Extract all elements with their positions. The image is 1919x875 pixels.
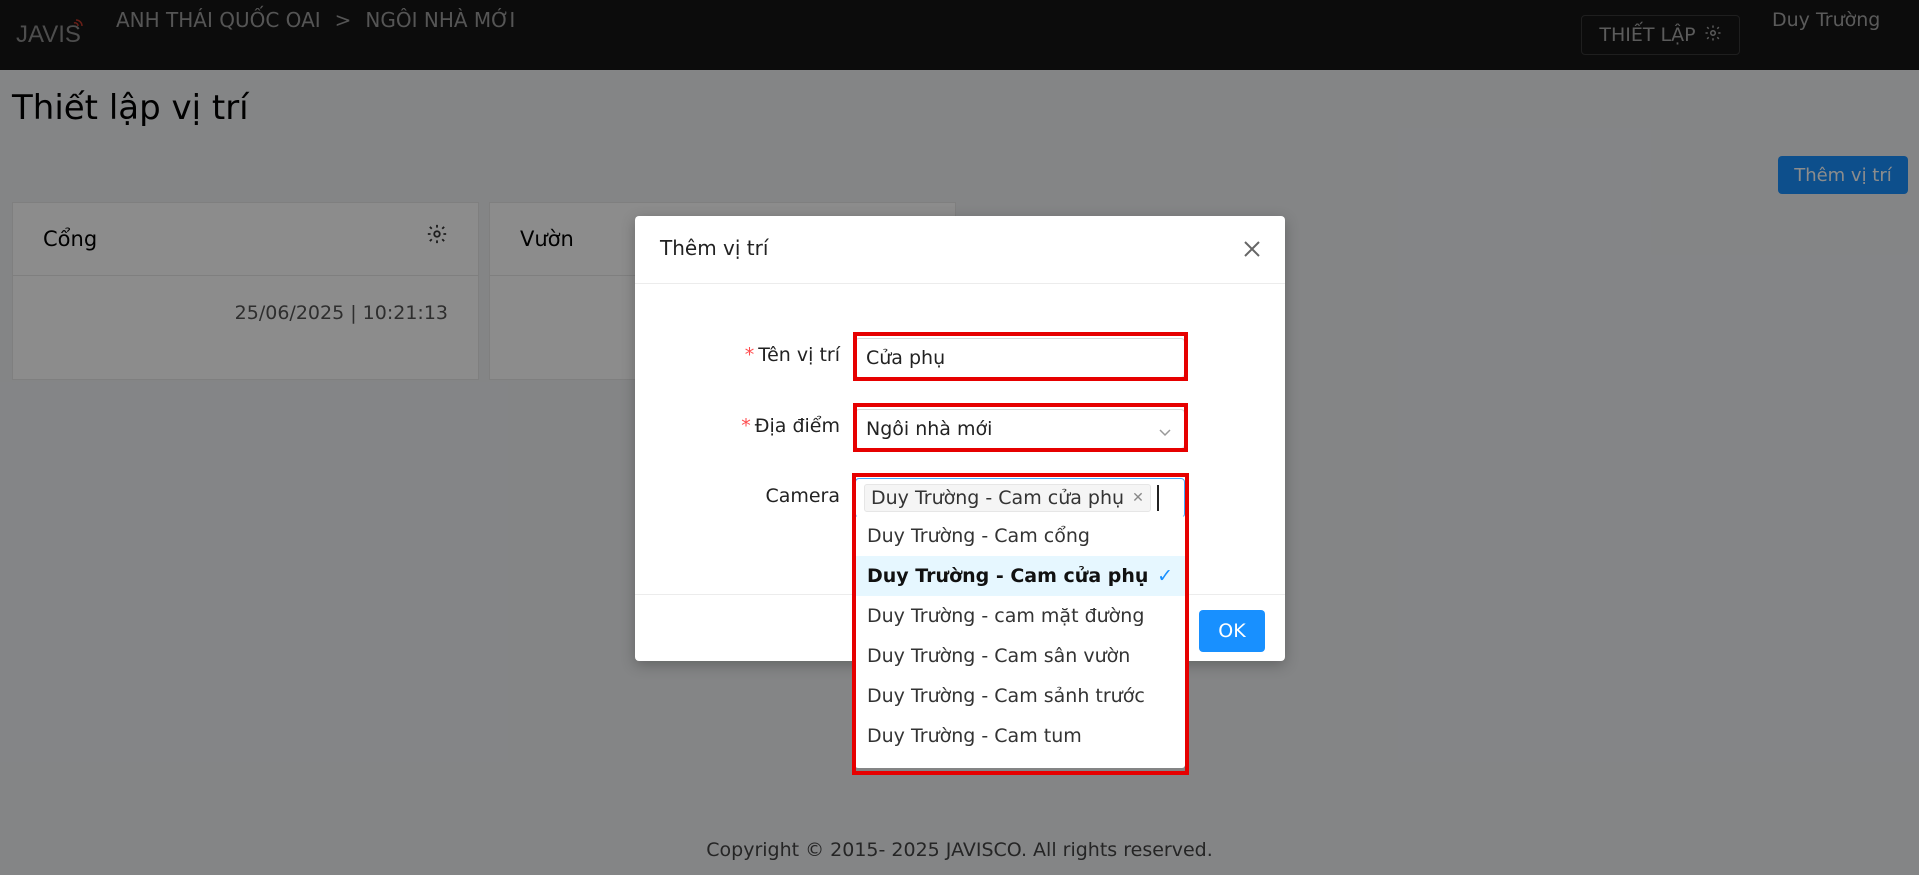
required-icon: *	[744, 344, 755, 366]
location-name-label: * Tên vị trí	[744, 344, 840, 366]
camera-label: Camera	[765, 485, 840, 507]
modal-title: Thêm vị trí	[660, 236, 769, 260]
highlight-box	[853, 332, 1188, 381]
place-label: * Địa điểm	[741, 415, 840, 437]
ok-button[interactable]: OK	[1199, 610, 1265, 652]
highlight-box	[853, 403, 1188, 452]
required-icon: *	[741, 415, 751, 437]
close-icon[interactable]	[1241, 238, 1263, 260]
highlight-box	[852, 473, 1189, 775]
